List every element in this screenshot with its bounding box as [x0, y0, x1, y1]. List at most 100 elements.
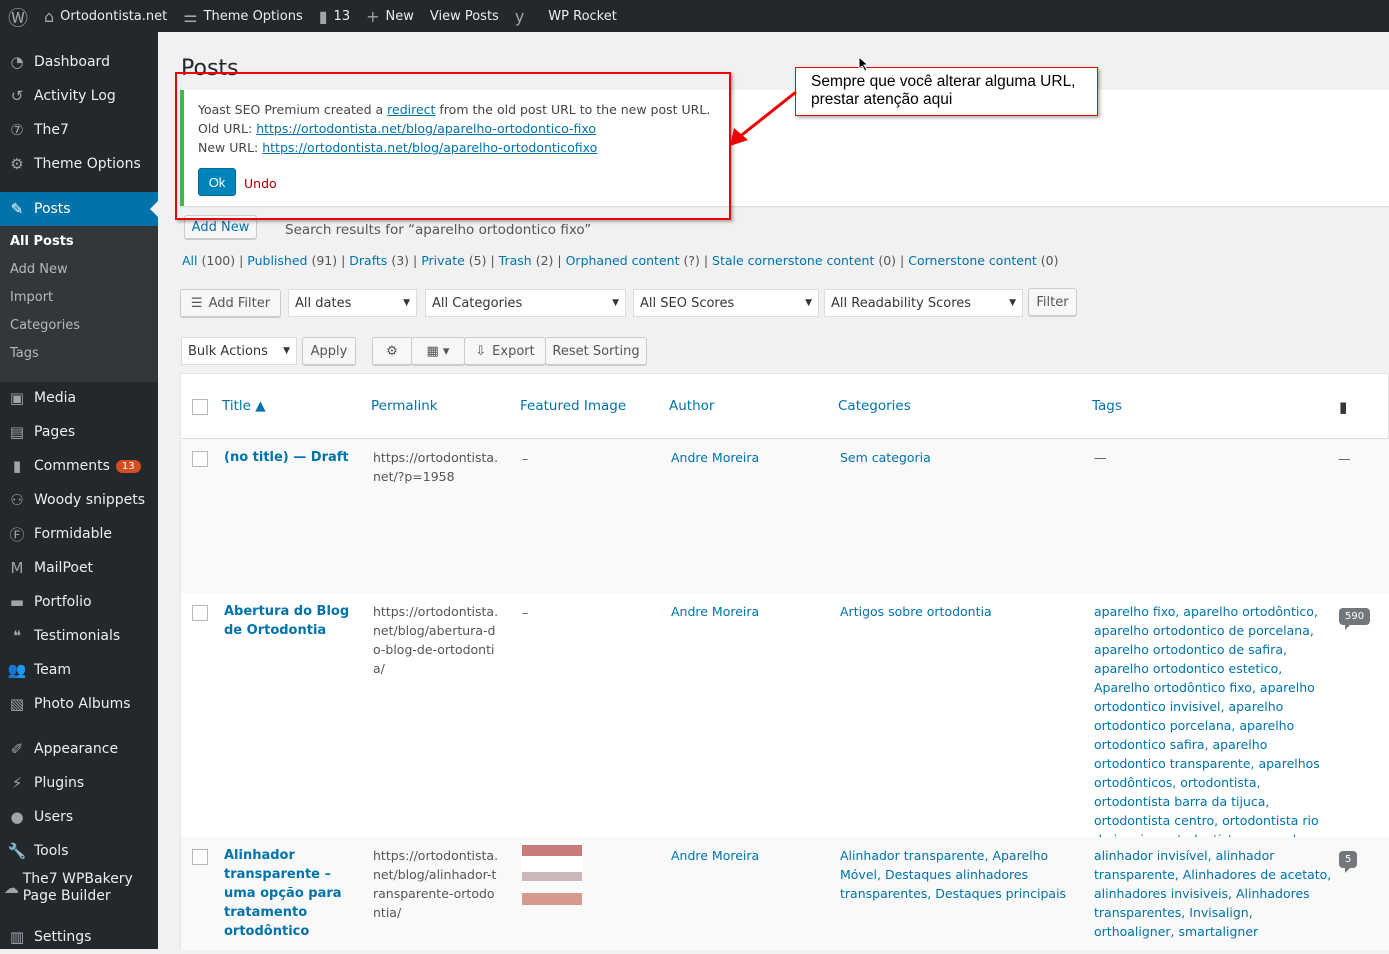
bulk-actions-select[interactable]: Bulk Actions ▼	[181, 337, 297, 365]
sidebar-item-mailpoet[interactable]: M MailPoet	[0, 551, 158, 585]
settings-gear-button[interactable]: ⚙	[372, 337, 412, 365]
sidebar-item-tools[interactable]: 🔧 Tools	[0, 834, 158, 868]
submenu-import[interactable]: Import	[10, 290, 53, 305]
sidebar-item-team[interactable]: 👥 Team	[0, 653, 158, 687]
sidebar-item-posts[interactable]: ✎ Posts	[0, 192, 158, 226]
select-all-checkbox[interactable]	[192, 399, 208, 415]
submenu-categories[interactable]: Categories	[10, 318, 80, 333]
view-link[interactable]: Orphaned content	[566, 253, 680, 268]
submenu-all-posts[interactable]: All Posts	[10, 234, 74, 249]
sidebar-item-label: The7	[34, 121, 69, 138]
sidebar-item-photo-albums[interactable]: ▧ Photo Albums	[0, 687, 158, 721]
sidebar-item-appearance[interactable]: ✐ Appearance	[0, 732, 158, 766]
readability-value: All Readability Scores	[831, 295, 972, 311]
sidebar-item-testimonials[interactable]: ❝ Testimonials	[0, 619, 158, 653]
sidebar-item-comments[interactable]: ▮ Comments 13	[0, 449, 158, 483]
sidebar-item-label: The7 WPBakery Page Builder	[22, 871, 133, 904]
featured-image-thumbnail[interactable]	[522, 845, 582, 905]
columns-button[interactable]: ▦ ▾	[411, 337, 465, 365]
view-link[interactable]: Trash	[499, 253, 532, 268]
theme-options-label: Theme Options	[203, 8, 303, 24]
sidebar-item-theme-options[interactable]: ⚙ Theme Options	[0, 147, 158, 181]
new-link[interactable]: + New	[358, 0, 422, 32]
submenu-add-new[interactable]: Add New	[10, 262, 68, 277]
comments-link[interactable]: ▮ 13	[311, 0, 358, 32]
comments-column-icon[interactable]: ▮	[1339, 398, 1347, 416]
wp-logo-button[interactable]: Ⓦ	[0, 0, 36, 32]
add-filter-button[interactable]: ☰ Add Filter	[180, 289, 281, 317]
sidebar-item-the7-wpbakery-page-builder[interactable]: ☁ The7 WPBakery Page Builder	[0, 868, 158, 908]
categories-links[interactable]: Artigos sobre ortodontia	[840, 602, 1080, 621]
dates-select[interactable]: All dates ▼	[288, 289, 417, 317]
yoast-icon: y	[514, 6, 525, 26]
sidebar-item-formidable[interactable]: Ⓕ Formidable	[0, 517, 158, 551]
sidebar-item-pages[interactable]: ▤ Pages	[0, 415, 158, 449]
row-checkbox[interactable]	[192, 451, 208, 467]
separator: |	[553, 253, 566, 268]
view-count: (100)	[201, 253, 236, 268]
categories-links[interactable]: Alinhador transparente, Aparelho Móvel, …	[840, 846, 1080, 903]
tags-links[interactable]: —	[1094, 448, 1334, 467]
col-categories[interactable]: Categories	[838, 398, 911, 414]
row-checkbox[interactable]	[192, 849, 208, 865]
wp-rocket-link[interactable]: WP Rocket	[540, 0, 625, 32]
search-results-text: Search results for “aparelho ortodontico…	[285, 222, 592, 238]
author-link[interactable]: Andre Moreira	[671, 448, 759, 467]
view-link[interactable]: Stale cornerstone content	[712, 253, 874, 268]
sidebar-item-dashboard[interactable]: ◔ Dashboard	[0, 45, 158, 79]
sidebar-item-woody-snippets[interactable]: ⚇ Woody snippets	[0, 483, 158, 517]
post-title-link[interactable]: (no title) — Draft	[224, 448, 352, 467]
sidebar-item-label: Formidable	[34, 525, 113, 542]
yoast-button[interactable]: y	[507, 0, 532, 32]
sidebar-item-label: Woody snippets	[34, 491, 146, 508]
view-posts-link[interactable]: View Posts	[422, 0, 507, 32]
col-featured-image[interactable]: Featured Image	[520, 398, 626, 414]
sidebar-item-activity-log[interactable]: ↺ Activity Log	[0, 79, 158, 113]
filter-button[interactable]: Filter	[1028, 288, 1077, 316]
pin-icon: ✎	[10, 200, 24, 218]
export-button[interactable]: ⇩ Export	[464, 337, 546, 365]
categories-links[interactable]: Sem categoria	[840, 448, 1080, 467]
sidebar-item-the7[interactable]: ⑦ The7	[0, 113, 158, 147]
col-title[interactable]: Title ▲	[222, 398, 266, 414]
view-posts-label: View Posts	[429, 8, 499, 24]
sidebar-item-portfolio[interactable]: ▬ Portfolio	[0, 585, 158, 619]
site-name-link[interactable]: ⌂ Ortodontista.net	[36, 0, 175, 32]
col-tags[interactable]: Tags	[1092, 398, 1122, 414]
sidebar-item-plugins[interactable]: ⚡ Plugins	[0, 766, 158, 800]
plus-icon: +	[366, 6, 380, 26]
author-link[interactable]: Andre Moreira	[671, 846, 759, 865]
tags-links[interactable]: aparelho fixo, aparelho ortodôntico, apa…	[1094, 602, 1334, 849]
reset-sorting-button[interactable]: Reset Sorting	[545, 337, 647, 365]
submenu-tags[interactable]: Tags	[10, 346, 39, 361]
view-link[interactable]: Cornerstone content	[908, 253, 1037, 268]
seo-value: All SEO Scores	[640, 295, 735, 311]
categories-select[interactable]: All Categories ▼	[425, 289, 626, 317]
tags-links[interactable]: alinhador invisível, alinhador transpare…	[1094, 846, 1334, 941]
history-icon: ↺	[10, 87, 24, 105]
author-link[interactable]: Andre Moreira	[671, 602, 759, 621]
comment-count-bubble[interactable]: 590	[1339, 608, 1371, 630]
seo-scores-select[interactable]: All SEO Scores ▼	[633, 289, 819, 317]
comment-count-bubble[interactable]: 5	[1339, 851, 1358, 873]
col-author[interactable]: Author	[669, 398, 714, 414]
post-title-link[interactable]: Abertura do Blog de Ortodontia	[224, 602, 352, 640]
readability-select[interactable]: All Readability Scores ▼	[824, 289, 1023, 317]
view-link[interactable]: Drafts	[349, 253, 387, 268]
view-link[interactable]: All	[182, 253, 198, 268]
view-link[interactable]: Published	[247, 253, 307, 268]
sidebar-item-media[interactable]: ▣ Media	[0, 381, 158, 415]
pages-icon: ▤	[9, 423, 25, 441]
theme-options-link[interactable]: ⚌ Theme Options	[175, 0, 310, 32]
dates-value: All dates	[295, 295, 352, 311]
apply-button[interactable]: Apply	[302, 337, 356, 365]
comments-badge: 13	[115, 459, 141, 473]
view-count: (0)	[878, 253, 897, 268]
row-checkbox[interactable]	[192, 605, 208, 621]
view-link[interactable]: Private	[421, 253, 465, 268]
sidebar-item-users[interactable]: ● Users	[0, 800, 158, 834]
separator: |	[699, 253, 713, 268]
post-title-link[interactable]: Alinhador transparente – uma opção para …	[224, 846, 352, 941]
col-permalink[interactable]: Permalink	[371, 398, 438, 414]
export-label: Export	[492, 343, 535, 359]
